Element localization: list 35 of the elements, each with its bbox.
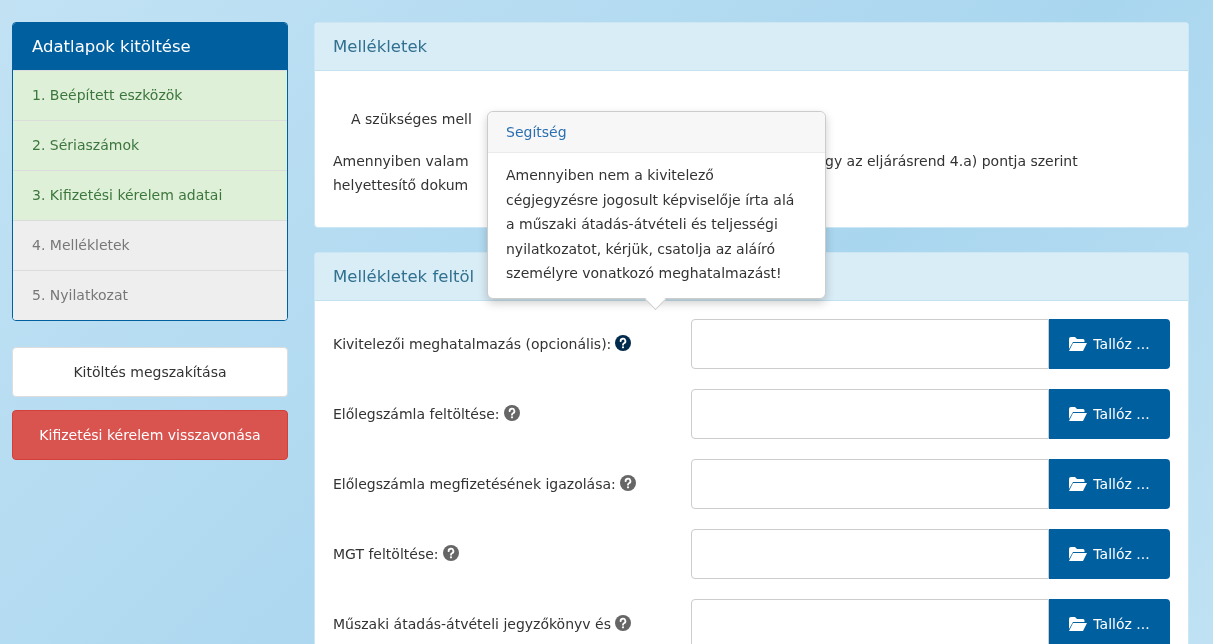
browse-button[interactable]: Tallóz ... xyxy=(1049,599,1170,644)
help-icon[interactable] xyxy=(615,335,632,351)
file-input-field[interactable] xyxy=(691,529,1049,579)
steps-title: Adatlapok kitöltése xyxy=(13,23,287,70)
file-input-field[interactable] xyxy=(691,459,1049,509)
step-item[interactable]: 5. Nyilatkozat xyxy=(13,270,287,320)
info-text: Amennyiben valam xyxy=(333,152,469,171)
popover-title: Segítség xyxy=(488,112,825,153)
info-text: A szükséges mell xyxy=(351,111,472,127)
file-input-field[interactable] xyxy=(691,319,1049,369)
field-label: Előlegszámla megfizetésének igazolása: xyxy=(333,476,616,492)
step-item[interactable]: 1. Beépített eszközök xyxy=(13,70,287,120)
panel-title: Mellékletek xyxy=(315,23,1188,71)
folder-icon xyxy=(1069,407,1088,421)
withdraw-button[interactable]: Kifizetési kérelem visszavonása xyxy=(12,410,288,460)
folder-icon xyxy=(1069,477,1088,491)
field-label: Kivitelezői meghatalmazás (opcionális): xyxy=(333,336,612,352)
browse-button[interactable]: Tallóz ... xyxy=(1049,459,1170,509)
browse-button[interactable]: Tallóz ... xyxy=(1049,389,1170,439)
file-input-field[interactable] xyxy=(691,389,1049,439)
folder-icon xyxy=(1069,617,1088,631)
folder-icon xyxy=(1069,547,1088,561)
file-input-field[interactable] xyxy=(691,599,1049,644)
cancel-button[interactable]: Kitöltés megszakítása xyxy=(12,347,288,397)
step-item[interactable]: 3. Kifizetési kérelem adatai xyxy=(13,170,287,220)
field-label: Előlegszámla feltöltése: xyxy=(333,406,500,422)
step-item[interactable]: 2. Sériaszámok xyxy=(13,120,287,170)
info-text: gy az eljárásrend 4.a) pontja szerint xyxy=(825,152,1078,171)
info-text: helyettesítő dokum xyxy=(333,176,469,195)
field-label: Műszaki átadás-átvételi jegyzőkönyv és xyxy=(333,616,611,632)
field-label: MGT feltöltése: xyxy=(333,546,439,562)
browse-button[interactable]: Tallóz ... xyxy=(1049,319,1170,369)
step-item[interactable]: 4. Mellékletek xyxy=(13,220,287,270)
folder-icon xyxy=(1069,337,1088,351)
browse-button[interactable]: Tallóz ... xyxy=(1049,529,1170,579)
